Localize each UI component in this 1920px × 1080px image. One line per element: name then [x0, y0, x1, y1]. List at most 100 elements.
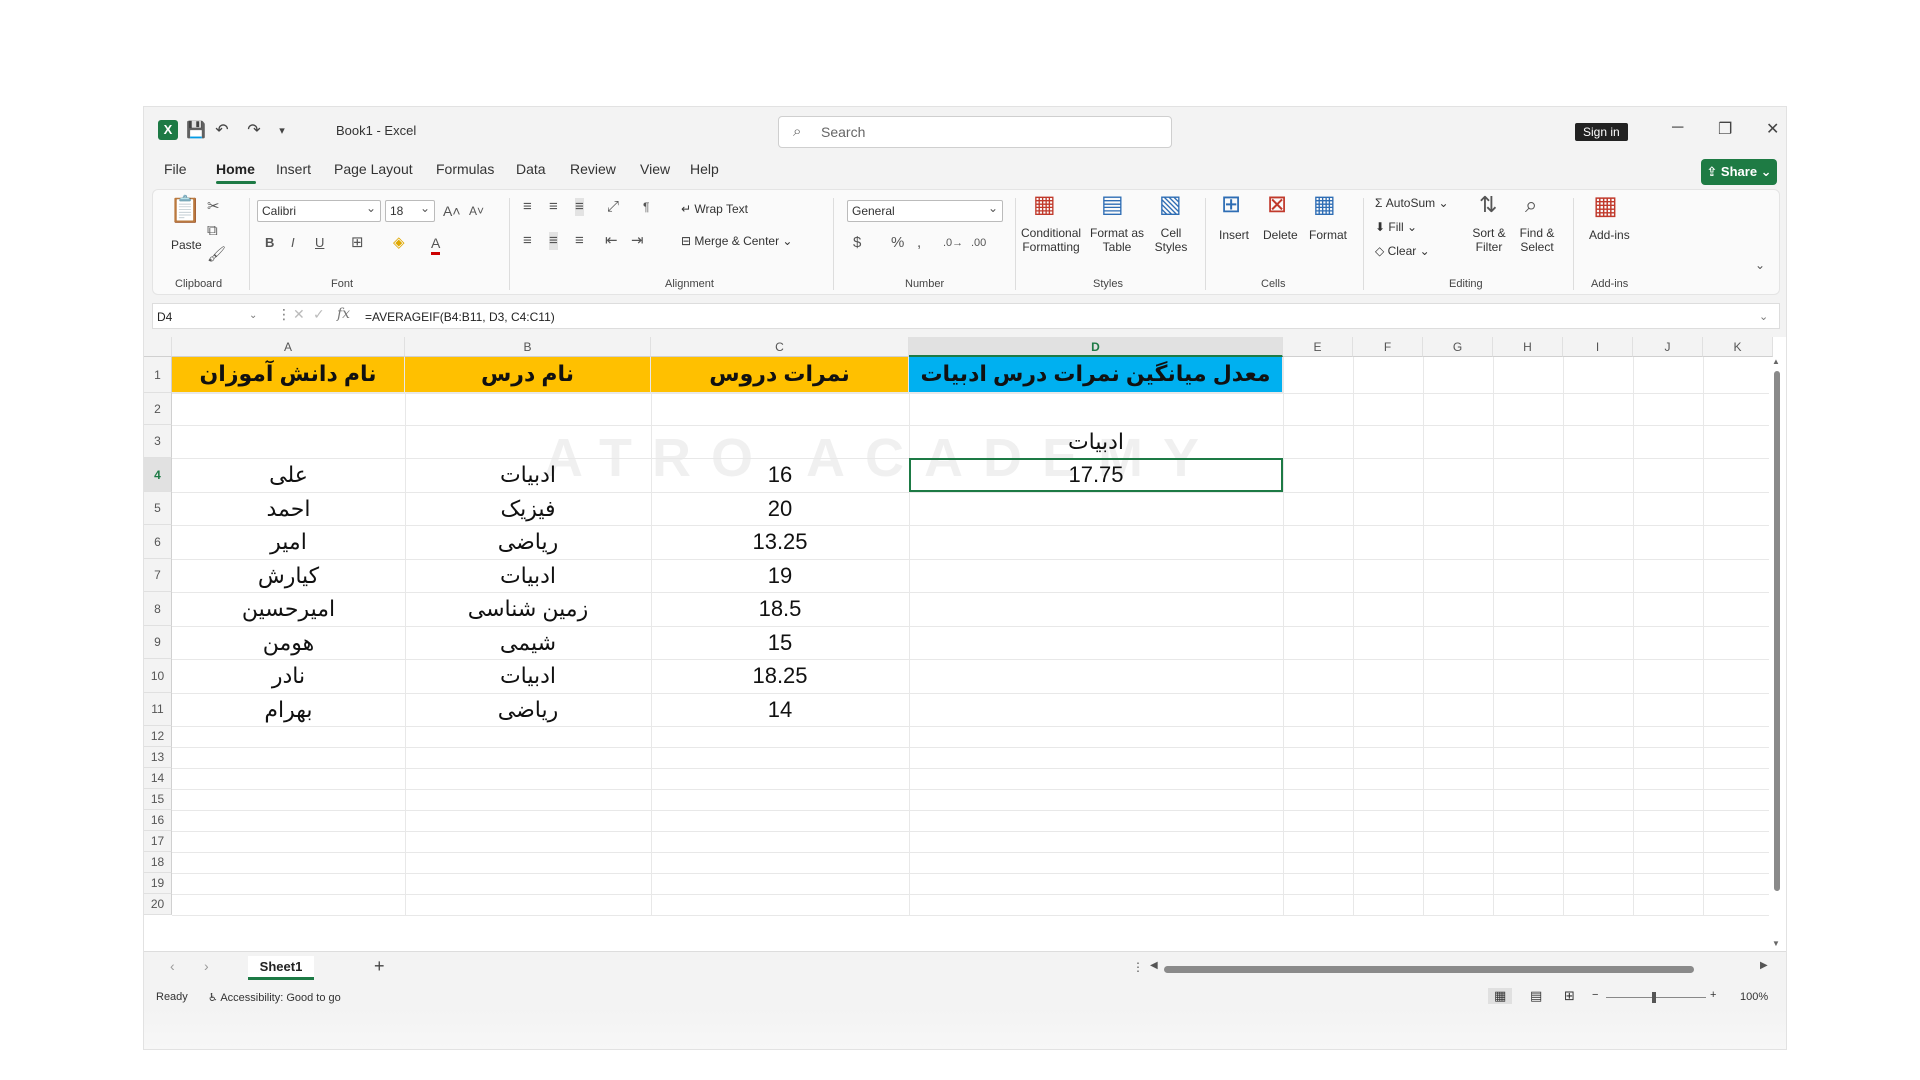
table-cell-score[interactable]: 20 — [651, 492, 909, 525]
sign-in-button[interactable]: Sign in — [1575, 123, 1628, 141]
add-sheet-icon[interactable]: + — [374, 956, 385, 977]
horizontal-scroll-thumb[interactable] — [1164, 966, 1694, 973]
cell-styles-label[interactable]: Cell Styles — [1149, 226, 1193, 254]
shrink-font-icon[interactable]: A˅ — [469, 202, 484, 220]
grow-font-icon[interactable]: A˄ — [443, 202, 461, 220]
column-header-g[interactable]: G — [1423, 337, 1493, 357]
row-header-6[interactable]: 6 — [144, 525, 172, 559]
row-header-17[interactable]: 17 — [144, 831, 172, 852]
row-header-20[interactable]: 20 — [144, 894, 172, 915]
table-cell-subject[interactable]: ریاضی — [405, 693, 651, 726]
enter-icon[interactable]: ✓ — [313, 306, 325, 323]
add-ins-label[interactable]: Add-ins — [1589, 228, 1630, 242]
table-cell-score[interactable]: 14 — [651, 693, 909, 726]
table-cell-subject[interactable]: ادبیات — [405, 659, 651, 693]
table-cell-score[interactable]: 19 — [651, 559, 909, 592]
column-header-d[interactable]: D — [909, 337, 1283, 357]
cut-icon[interactable]: ✂ — [207, 198, 220, 216]
table-cell-score[interactable]: 18.25 — [651, 659, 909, 693]
column-header-c[interactable]: C — [651, 337, 909, 357]
font-color-icon[interactable]: A — [431, 234, 441, 255]
tab-file[interactable]: File — [164, 161, 187, 177]
format-painter-icon[interactable]: 🖌 — [207, 246, 226, 264]
find-select-icon[interactable]: ⌕ — [1525, 194, 1537, 216]
normal-view-icon[interactable]: ▦ — [1488, 988, 1513, 1004]
increase-decimal-icon[interactable]: .0→ — [943, 234, 963, 252]
align-right-icon[interactable]: ≡ — [575, 232, 584, 250]
close-icon[interactable]: ✕ — [1766, 119, 1779, 139]
column-header-h[interactable]: H — [1493, 337, 1563, 357]
table-cell-student[interactable]: نادر — [172, 659, 405, 693]
collapse-ribbon-icon[interactable]: ⌄ — [1755, 256, 1765, 274]
sheet-tab-sheet1[interactable]: Sheet1 — [248, 956, 314, 980]
scroll-down-icon[interactable]: ▼ — [1772, 939, 1780, 948]
vertical-scroll-thumb[interactable] — [1774, 371, 1780, 891]
sort-filter-icon[interactable]: ⇅ — [1479, 194, 1497, 216]
share-button[interactable]: ⇪ Share ⌄ — [1701, 159, 1777, 185]
zoom-slider[interactable] — [1606, 997, 1706, 998]
vertical-scrollbar[interactable]: ▲ ▼ — [1769, 357, 1785, 951]
add-ins-icon[interactable]: ▦ — [1593, 192, 1618, 218]
decrease-decimal-icon[interactable]: .00 — [971, 234, 986, 252]
restore-icon[interactable]: ❐ — [1718, 119, 1732, 139]
format-cells-label[interactable]: Format — [1309, 228, 1347, 242]
tab-help[interactable]: Help — [690, 161, 719, 177]
row-header-18[interactable]: 18 — [144, 852, 172, 873]
paste-label[interactable]: Paste — [171, 238, 202, 252]
scroll-up-icon[interactable]: ▲ — [1772, 357, 1780, 366]
fill-button[interactable]: ⬇ Fill ⌄ — [1375, 220, 1417, 234]
column-header-j[interactable]: J — [1633, 337, 1703, 357]
table-cell-subject[interactable]: ادبیات — [405, 559, 651, 592]
row-header-8[interactable]: 8 — [144, 592, 172, 626]
header-b1[interactable]: نام درس — [405, 357, 651, 393]
row-header-19[interactable]: 19 — [144, 873, 172, 894]
borders-icon[interactable]: ⊞ — [351, 234, 364, 252]
row-header-15[interactable]: 15 — [144, 789, 172, 810]
table-cell-student[interactable]: امیرحسین — [172, 592, 405, 626]
header-c1[interactable]: نمرات دروس — [651, 357, 909, 393]
criteria-d3[interactable]: ادبیات — [909, 425, 1283, 458]
search-box[interactable]: ⌕ Search — [778, 116, 1172, 148]
tab-review[interactable]: Review — [570, 161, 616, 177]
table-cell-score[interactable]: 18.5 — [651, 592, 909, 626]
table-cell-subject[interactable]: فیزیک — [405, 492, 651, 525]
table-cell-score[interactable]: 13.25 — [651, 525, 909, 559]
minimize-icon[interactable]: ─ — [1672, 119, 1683, 137]
zoom-level[interactable]: 100% — [1740, 991, 1768, 1003]
row-header-14[interactable]: 14 — [144, 768, 172, 789]
table-cell-subject[interactable]: زمین شناسی — [405, 592, 651, 626]
align-bottom-icon[interactable]: ≡ — [575, 198, 584, 216]
find-select-label[interactable]: Find & Select — [1513, 226, 1561, 254]
merge-center-button[interactable]: ⊟ Merge & Center ⌄ — [681, 234, 792, 248]
tab-formulas[interactable]: Formulas — [436, 161, 494, 177]
orientation-icon[interactable]: ⤢ — [607, 198, 619, 216]
table-cell-subject[interactable]: ریاضی — [405, 525, 651, 559]
table-cell-student[interactable]: هومن — [172, 626, 405, 659]
accessibility-status[interactable]: ♿ Accessibility: Good to go — [208, 991, 341, 1004]
formula-input[interactable]: =AVERAGEIF(B4:B11, D3, C4:C11) — [365, 304, 555, 330]
table-cell-student[interactable]: کیارش — [172, 559, 405, 592]
tab-home[interactable]: Home — [216, 161, 255, 177]
row-header-3[interactable]: 3 — [144, 425, 172, 458]
table-cell-student[interactable]: علی — [172, 458, 405, 492]
underline-icon[interactable]: U — [315, 234, 324, 252]
tab-split-icon[interactable]: ⋮ — [1132, 960, 1144, 974]
align-left-icon[interactable]: ≡ — [523, 232, 532, 250]
tab-insert[interactable]: Insert — [276, 161, 311, 177]
format-cells-icon[interactable]: ▦ — [1313, 193, 1336, 217]
prev-sheet-icon[interactable]: ‹ — [170, 958, 175, 974]
table-cell-student[interactable]: امیر — [172, 525, 405, 559]
table-cell-subject[interactable]: شیمی — [405, 626, 651, 659]
header-a1[interactable]: نام دانش آموزان — [172, 357, 405, 393]
currency-icon[interactable]: $ — [853, 234, 861, 252]
align-top-icon[interactable]: ≡ — [523, 198, 532, 216]
row-header-16[interactable]: 16 — [144, 810, 172, 831]
redo-icon[interactable]: ↷ — [244, 121, 264, 141]
bold-icon[interactable]: B — [265, 234, 274, 252]
result-d4[interactable]: 17.75 — [909, 458, 1283, 492]
tab-view[interactable]: View — [640, 161, 670, 177]
page-break-view-icon[interactable]: ⊞ — [1564, 988, 1575, 1004]
autosum-button[interactable]: Σ AutoSum ⌄ — [1375, 196, 1449, 210]
expand-formula-icon[interactable]: ⌄ — [1759, 310, 1768, 323]
row-header-4[interactable]: 4 — [144, 458, 172, 492]
